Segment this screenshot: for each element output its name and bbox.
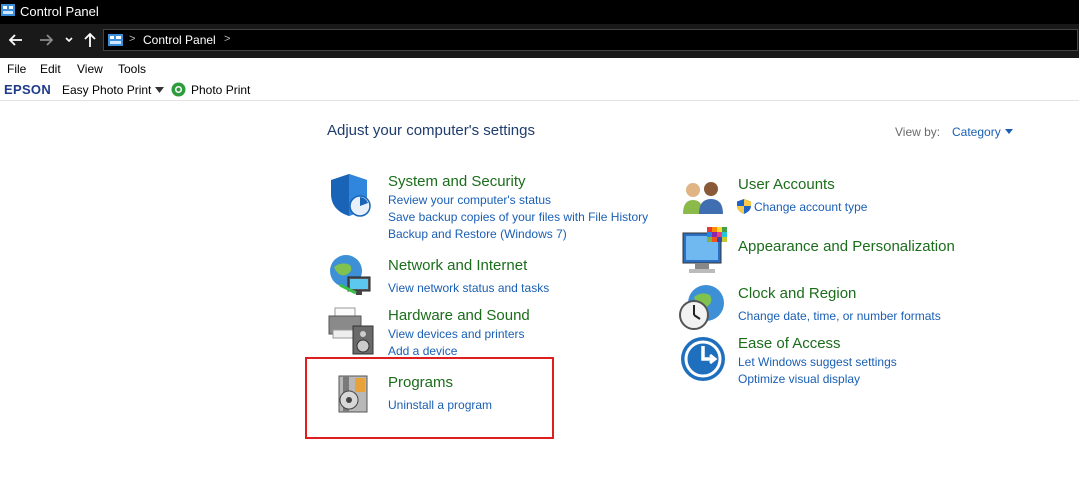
link-date-time-formats[interactable]: Change date, time, or number formats [738,309,941,323]
link-review-status[interactable]: Review your computer's status [388,193,551,207]
menu-edit[interactable]: Edit [40,62,61,76]
navigation-bar: > Control Panel > [0,24,1079,58]
easy-photo-print-button[interactable]: Easy Photo Print [62,83,151,97]
menu-view[interactable]: View [77,62,103,76]
uac-shield-icon [737,199,751,214]
user-accounts-icon[interactable] [681,180,725,216]
photo-print-icon [171,82,186,97]
menu-file[interactable]: File [7,62,26,76]
link-change-account-type[interactable]: Change account type [754,200,867,214]
breadcrumb-separator: > [129,33,136,45]
view-by-label: View by: [895,125,941,139]
category-hardware-and-sound[interactable]: Hardware and Sound [388,307,530,324]
epson-toolbar: EPSON Easy Photo Print Photo Print [0,80,1079,101]
arrow-right-icon [40,34,54,46]
clock-globe-icon[interactable] [678,283,726,331]
link-optimize-visual-display[interactable]: Optimize visual display [738,372,860,386]
printer-speaker-icon[interactable] [327,306,375,356]
category-network-and-internet[interactable]: Network and Internet [388,257,527,274]
category-ease-of-access[interactable]: Ease of Access [738,335,841,352]
link-backup-restore[interactable]: Backup and Restore (Windows 7) [388,227,567,241]
breadcrumb-separator[interactable]: > [224,33,230,45]
chevron-down-icon [65,37,73,43]
photo-print-button[interactable]: Photo Print [191,83,250,97]
view-by-dropdown[interactable]: Category [952,125,1001,139]
link-devices-printers[interactable]: View devices and printers [388,327,525,341]
link-network-status[interactable]: View network status and tasks [388,281,549,295]
ease-of-access-icon[interactable] [680,336,726,382]
category-appearance-and-personalization[interactable]: Appearance and Personalization [738,238,955,255]
recent-locations-button[interactable] [62,30,76,50]
forward-button[interactable] [36,30,56,50]
address-bar[interactable]: > Control Panel > [103,29,1078,51]
control-panel-icon [108,34,123,46]
appearance-monitor-icon[interactable] [681,227,727,275]
shield-icon[interactable] [329,172,373,218]
link-windows-suggest-settings[interactable]: Let Windows suggest settings [738,355,897,369]
menu-tools[interactable]: Tools [118,62,146,76]
epson-logo: EPSON [4,82,52,97]
chevron-down-icon[interactable] [1005,129,1013,134]
back-button[interactable] [6,30,26,50]
arrow-up-icon [84,32,96,47]
link-add-device[interactable]: Add a device [388,344,457,358]
category-system-and-security[interactable]: System and Security [388,173,526,190]
arrow-left-icon [8,34,22,46]
page-title: Adjust your computer's settings [327,122,535,139]
link-file-history[interactable]: Save backup copies of your files with Fi… [388,210,648,224]
category-user-accounts[interactable]: User Accounts [738,176,835,193]
chevron-down-icon[interactable] [155,87,164,93]
breadcrumb-control-panel[interactable]: Control Panel [143,33,216,47]
highlight-box [305,357,554,439]
category-clock-and-region[interactable]: Clock and Region [738,285,856,302]
menu-bar: File Edit View Tools [0,58,1079,80]
window-title: Control Panel [20,4,99,19]
network-globe-icon[interactable] [328,253,374,299]
up-button[interactable] [81,30,99,50]
title-bar: Control Panel [0,0,1079,24]
control-panel-icon [1,4,15,16]
